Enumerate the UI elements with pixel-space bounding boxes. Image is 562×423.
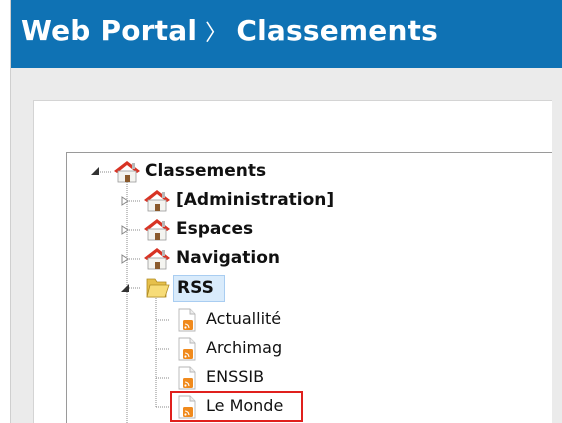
tree-node-rss[interactable]: RSS [177,278,214,298]
tree-node-navigation[interactable]: Navigation [176,248,280,268]
selected-item-outline [170,391,303,422]
house-icon [144,190,170,212]
tree-node-administration[interactable]: [Administration] [176,190,334,210]
tree-leaf-actuallite[interactable]: Actuallité [206,309,281,328]
house-icon [144,219,170,241]
tree-leaf-archimag[interactable]: Archimag [206,338,282,357]
expander-collapsed-icon[interactable] [120,196,130,206]
expander-collapsed-icon[interactable] [120,225,130,235]
expander-collapsed-icon[interactable] [120,254,130,264]
tree-leaf-enssib[interactable]: ENSSIB [206,367,264,386]
open-folder-icon [146,278,170,298]
expander-expanded-icon[interactable] [120,283,130,293]
house-icon [144,248,170,270]
rss-document-icon [178,366,196,390]
house-icon [114,161,140,183]
tree-node-classements[interactable]: Classements [145,161,266,181]
expander-expanded-icon[interactable] [90,166,100,176]
rss-document-icon [178,337,196,361]
tree-node-espaces[interactable]: Espaces [176,219,253,239]
rss-document-icon [178,308,196,332]
tree-lines [98,171,170,423]
